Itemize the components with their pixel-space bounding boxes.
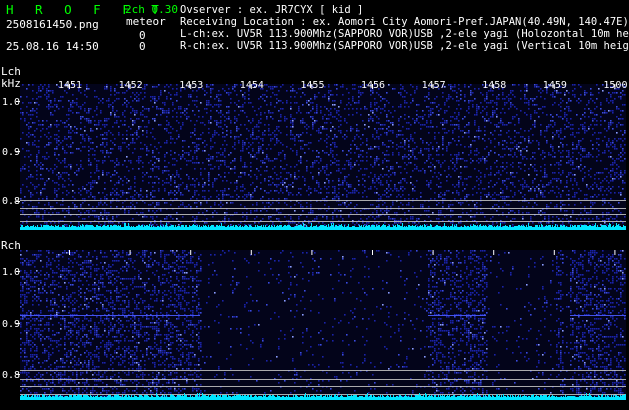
lch-tick-1-0: 1.0 — [2, 97, 21, 108]
rch-spectrogram-panel — [20, 250, 626, 400]
time-label: 1459 — [542, 80, 567, 91]
lch-tick-0-8: 0.8 — [2, 196, 21, 207]
time-label: 1457 — [421, 80, 446, 91]
rch-tick-0-9: 0.9 — [2, 319, 21, 330]
time-label: 1455 — [300, 80, 325, 91]
time-label: 1453 — [179, 80, 204, 91]
spectrogram — [16, 84, 626, 400]
time-label: 1454 — [239, 80, 264, 91]
time-label: 1500 — [603, 80, 628, 91]
time-label: 1456 — [361, 80, 386, 91]
rch-tick-1-0: 1.0 — [2, 267, 21, 278]
lch-unit-label: kHz — [1, 77, 21, 90]
rch-tick-0-8: 0.8 — [2, 370, 21, 381]
lch-label: Lch — [1, 65, 21, 78]
time-label: 1458 — [482, 80, 507, 91]
rch-label: Rch — [1, 239, 21, 252]
lch-tick-0-9: 0.9 — [2, 147, 21, 158]
time-label: 1451 — [58, 80, 83, 91]
time-label: 1452 — [118, 80, 143, 91]
